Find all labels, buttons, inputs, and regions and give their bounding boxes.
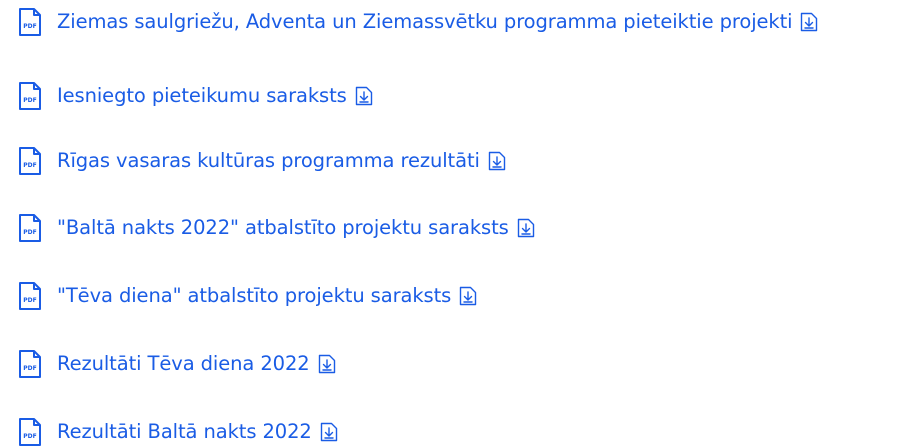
pdf-file-icon[interactable]: PDF <box>18 281 42 311</box>
document-item: PDF Ziemas saulgriežu, Adventa un Ziemas… <box>0 2 818 42</box>
download-icon[interactable] <box>318 354 336 374</box>
document-item: PDF Iesniegto pieteikumu saraksts <box>0 76 373 116</box>
svg-text:PDF: PDF <box>23 23 36 30</box>
download-icon[interactable] <box>355 86 373 106</box>
download-icon[interactable] <box>488 151 506 171</box>
document-item: PDF "Tēva diena" atbalstīto projektu sar… <box>0 276 477 316</box>
document-item: PDF Rezultāti Baltā nakts 2022 <box>0 412 338 446</box>
document-link[interactable]: Rezultāti Baltā nakts 2022 <box>57 420 312 444</box>
svg-text:PDF: PDF <box>23 433 36 440</box>
document-link[interactable]: "Tēva diena" atbalstīto projektu sarakst… <box>57 284 451 308</box>
document-link[interactable]: Rezultāti Tēva diena 2022 <box>57 352 310 376</box>
download-icon[interactable] <box>517 218 535 238</box>
pdf-file-icon[interactable]: PDF <box>18 7 42 37</box>
document-link[interactable]: Ziemas saulgriežu, Adventa un Ziemassvēt… <box>57 10 793 34</box>
document-item: PDF Rezultāti Tēva diena 2022 <box>0 344 336 384</box>
pdf-file-icon[interactable]: PDF <box>18 349 42 379</box>
svg-text:PDF: PDF <box>23 229 36 236</box>
pdf-file-icon[interactable]: PDF <box>18 81 42 111</box>
pdf-file-icon[interactable]: PDF <box>18 213 42 243</box>
document-link[interactable]: Iesniegto pieteikumu saraksts <box>57 84 347 108</box>
svg-text:PDF: PDF <box>23 297 36 304</box>
document-item: PDF Rīgas vasaras kultūras programma rez… <box>0 141 506 181</box>
download-icon[interactable] <box>800 12 818 32</box>
document-item: PDF "Baltā nakts 2022" atbalstīto projek… <box>0 208 535 248</box>
svg-text:PDF: PDF <box>23 97 36 104</box>
download-icon[interactable] <box>320 422 338 442</box>
svg-text:PDF: PDF <box>23 162 36 169</box>
svg-text:PDF: PDF <box>23 365 36 372</box>
document-link[interactable]: "Baltā nakts 2022" atbalstīto projektu s… <box>57 216 509 240</box>
download-icon[interactable] <box>459 286 477 306</box>
pdf-file-icon[interactable]: PDF <box>18 146 42 176</box>
document-link[interactable]: Rīgas vasaras kultūras programma rezultā… <box>57 149 480 173</box>
pdf-file-icon[interactable]: PDF <box>18 417 42 446</box>
